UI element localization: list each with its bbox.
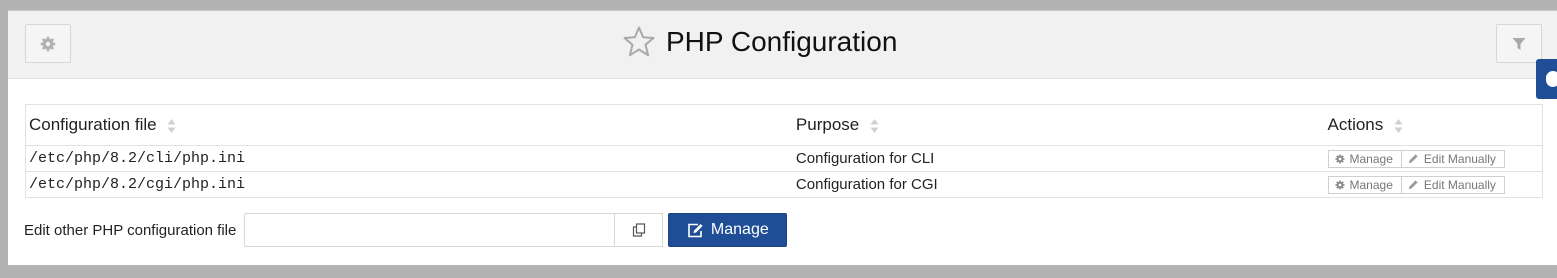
edit-other-form: Edit other PHP configuration file Manage: [24, 213, 788, 247]
edit-manually-button[interactable]: Edit Manually: [1401, 175, 1505, 194]
title-wrap: PHP Configuration: [622, 22, 897, 62]
gear-icon: [40, 36, 56, 51]
column-purpose[interactable]: Purpose: [792, 104, 1325, 146]
edit-icon: [688, 223, 703, 237]
row-actions: Manage Edit Manually: [1324, 145, 1543, 172]
sort-icon[interactable]: [870, 118, 879, 134]
config-file-path: /etc/php/8.2/cgi/php.ini: [25, 171, 793, 198]
column-configuration-file[interactable]: Configuration file: [25, 104, 793, 146]
table-row: /etc/php/8.2/cli/php.ini Configuration f…: [25, 145, 1543, 172]
settings-button[interactable]: [25, 24, 71, 63]
manage-row-button[interactable]: Manage: [1327, 175, 1402, 194]
sort-icon[interactable]: [1394, 118, 1403, 134]
edit-manually-label: Edit Manually: [1423, 151, 1496, 166]
action-group: Manage Edit Manually: [1327, 149, 1505, 168]
action-group: Manage Edit Manually: [1327, 175, 1505, 194]
manage-button[interactable]: Manage: [668, 213, 788, 247]
manage-button-label: Manage: [710, 221, 769, 238]
file-chooser-icon: [632, 223, 645, 237]
star-outline-icon[interactable]: [622, 25, 656, 59]
manage-label: Manage: [1349, 177, 1393, 192]
config-purpose: Configuration for CGI: [792, 171, 1325, 198]
column-label: Actions: [1327, 115, 1384, 134]
filter-button[interactable]: [1496, 24, 1542, 63]
column-actions[interactable]: Actions: [1324, 104, 1543, 146]
panel-header: PHP Configuration: [8, 11, 1557, 79]
config-file-path: /etc/php/8.2/cli/php.ini: [25, 145, 793, 172]
config-purpose: Configuration for CLI: [792, 145, 1325, 172]
sort-icon[interactable]: [167, 118, 176, 134]
gear-icon: [1335, 180, 1345, 189]
row-actions: Manage Edit Manually: [1324, 171, 1543, 198]
edit-manually-button[interactable]: Edit Manually: [1401, 149, 1505, 168]
table-row: /etc/php/8.2/cgi/php.ini Configuration f…: [25, 171, 1543, 198]
file-chooser-button[interactable]: [614, 213, 664, 247]
column-label: Configuration file: [29, 115, 157, 134]
edit-other-label: Edit other PHP configuration file: [24, 221, 237, 239]
edit-manually-label: Edit Manually: [1423, 177, 1496, 192]
gear-icon: [1335, 154, 1345, 163]
column-label: Purpose: [795, 115, 860, 134]
chat-side-tab[interactable]: [1536, 59, 1557, 99]
filter-icon: [1512, 37, 1526, 50]
php-config-panel: PHP Configuration Configuration file Pur…: [8, 10, 1557, 265]
pencil-icon: [1408, 154, 1418, 164]
config-file-input[interactable]: [244, 213, 615, 247]
page-title: PHP Configuration: [666, 26, 898, 57]
table-header-row: Configuration file Purpose Actions: [25, 104, 1543, 146]
pencil-icon: [1408, 180, 1418, 190]
manage-row-button[interactable]: Manage: [1327, 149, 1402, 168]
manage-label: Manage: [1349, 151, 1393, 166]
config-table: Configuration file Purpose Actions /etc/…: [25, 104, 1543, 198]
chat-icon: [1546, 71, 1557, 87]
